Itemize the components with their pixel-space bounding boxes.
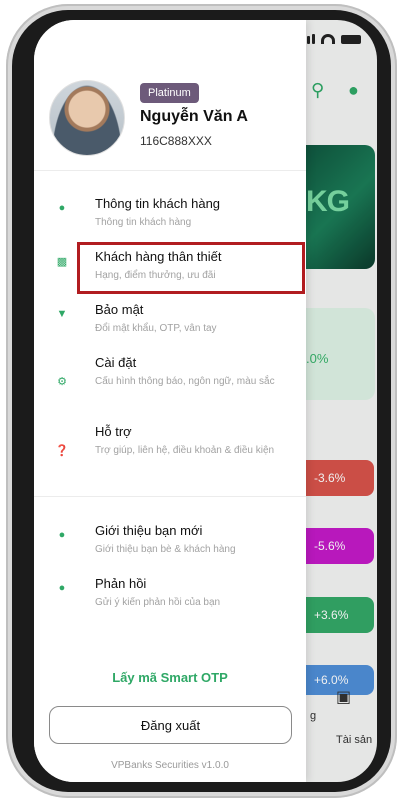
tier-badge: Platinum — [140, 83, 199, 103]
menu-item-title: Hỗ trợ — [95, 424, 132, 439]
menu-item-feedback[interactable]: ● Phản hồi Gửi ý kiến phản hồi của bạn — [54, 576, 294, 612]
menu-item-support[interactable]: ❓ Hỗ trợ Trợ giúp, liên hệ, điều khoản &… — [54, 424, 294, 474]
menu-item-title: Bảo mật — [95, 302, 144, 317]
app-version: VPBanks Securities v1.0.0 — [111, 760, 229, 771]
menu-item-customer-info[interactable]: ● Thông tin khách hàng Thông tin khách h… — [54, 196, 294, 232]
menu-item-security[interactable]: ▼ Bảo mật Đổi mật khẩu, OTP, vân tay — [54, 302, 294, 338]
shield-icon: ▼ — [56, 308, 68, 320]
screen: ⚲ ● KG .0% -3.6% -5.6% +3.6% +6.0% g ▣ T… — [34, 20, 377, 782]
add-user-icon: ● — [58, 529, 66, 541]
menu-item-subtitle: Trợ giúp, liên hệ, điều khoản & điều kiệ… — [95, 445, 275, 456]
smart-otp-link[interactable]: Lấy mã Smart OTP — [34, 670, 306, 685]
menu-item-title: Phản hồi — [95, 576, 147, 591]
gift-icon: ▩ — [56, 255, 68, 268]
menu-item-subtitle: Đổi mật khẩu, OTP, vân tay — [95, 323, 217, 334]
menu-item-title: Cài đặt — [95, 355, 137, 370]
menu-item-subtitle: Cấu hình thông báo, ngôn ngữ, màu sắc — [95, 376, 275, 387]
divider — [34, 170, 306, 171]
user-name: Nguyễn Văn A — [140, 108, 248, 125]
highlight-frame — [77, 242, 305, 294]
logout-button[interactable]: Đăng xuất — [49, 706, 292, 744]
user-icon: ● — [58, 202, 66, 214]
gear-icon: ⚙ — [57, 375, 67, 388]
menu-item-subtitle: Giới thiệu bạn bè & khách hàng — [95, 544, 236, 555]
menu-item-settings[interactable]: ⚙ Cài đặt Cấu hình thông báo, ngôn ngữ, … — [54, 355, 294, 405]
menu-item-title: Thông tin khách hàng — [95, 196, 221, 211]
side-drawer: Platinum Nguyễn Văn A 116C888XXX ● Thông… — [34, 20, 306, 782]
divider — [34, 496, 306, 497]
help-icon: ❓ — [55, 444, 69, 457]
menu-item-referral[interactable]: ● Giới thiệu bạn mới Giới thiệu bạn bè &… — [54, 523, 294, 559]
menu-item-subtitle: Gửi ý kiến phản hồi của bạn — [95, 597, 221, 608]
menu-item-subtitle: Thông tin khách hàng — [95, 217, 192, 228]
chat-icon: ● — [58, 582, 66, 594]
menu-item-title: Giới thiệu bạn mới — [95, 523, 203, 538]
user-code: 116C888XXX — [140, 134, 212, 148]
drawer-overlay[interactable] — [306, 20, 377, 782]
avatar[interactable] — [49, 80, 125, 156]
